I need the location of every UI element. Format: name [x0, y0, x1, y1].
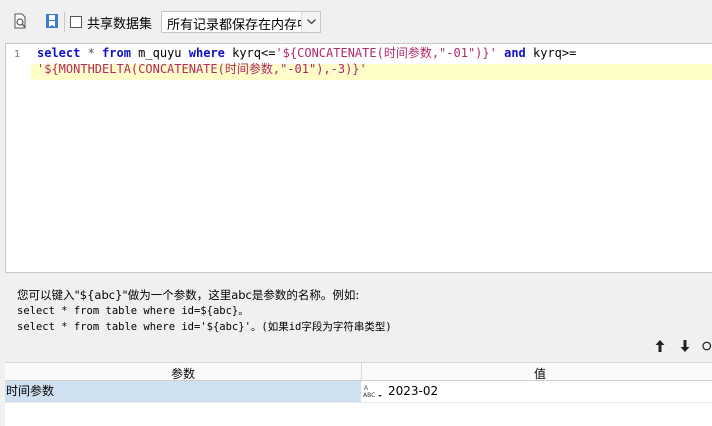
string-type-icon[interactable]: Ａ ABC — [362, 383, 384, 400]
param-name-cell[interactable]: 时间参数 — [5, 381, 361, 402]
cache-mode-value: 所有记录都保存在内存中 — [167, 18, 311, 33]
share-label: 共享数据集 — [87, 16, 153, 32]
sql-keyword: from — [102, 46, 131, 60]
save-button[interactable] — [43, 12, 61, 30]
bookmark-icon — [46, 14, 58, 28]
cache-mode-select[interactable]: 所有记录都保存在内存中 — [161, 11, 321, 33]
parameter-help: 您可以键入"${abc}"做为一个参数，这里abc是参数的名称。例如: sele… — [17, 287, 392, 335]
help-example-2: select * from table where id='${abc}'。(如… — [17, 321, 392, 333]
table-header: 参数 值 — [5, 362, 712, 382]
svg-text:Ａ: Ａ — [363, 385, 369, 392]
sql-editor[interactable]: 1 select * from m_quyu where kyrq<='${CO… — [5, 43, 712, 273]
line-gutter: 1 — [6, 44, 30, 272]
sql-string: '${MONTHDELTA(CONCATENATE(时间参数,"-01"),-3… — [37, 62, 367, 76]
preview-button[interactable] — [11, 12, 29, 30]
parameters-table: 参数 值 时间参数 Ａ ABC 2023-02 — [5, 362, 712, 426]
search-document-icon — [14, 13, 26, 29]
sql-text: kyrq>= — [525, 46, 577, 60]
param-value-cell[interactable]: 2023-02 — [388, 381, 438, 402]
svg-text:ABC: ABC — [363, 392, 375, 399]
refresh-icon — [702, 341, 712, 351]
toolbar-separator — [64, 12, 65, 32]
table-row[interactable]: 时间参数 Ａ ABC 2023-02 — [5, 381, 712, 402]
move-up-button[interactable] — [652, 338, 668, 354]
share-checkbox[interactable] — [70, 16, 82, 28]
refresh-button[interactable] — [700, 338, 712, 354]
help-example-1: select * from table where id=${abc}。 — [17, 305, 249, 317]
sql-keyword: where — [188, 46, 225, 60]
column-header-value[interactable]: 值 — [534, 365, 546, 382]
sql-code[interactable]: select * from m_quyu where kyrq<='${CONC… — [37, 45, 708, 77]
row-divider — [5, 402, 712, 403]
help-intro: 您可以键入"${abc}"做为一个参数，这里abc是参数的名称。例如: — [17, 288, 360, 302]
sql-text: m_quyu — [130, 46, 189, 60]
arrow-down-icon — [680, 340, 690, 352]
column-divider[interactable] — [361, 363, 362, 382]
share-dataset-toggle[interactable]: 共享数据集 — [70, 13, 153, 32]
column-header-name[interactable]: 参数 — [171, 365, 195, 382]
sql-keyword: and — [504, 46, 526, 60]
chevron-down-icon[interactable] — [301, 12, 320, 32]
move-down-button[interactable] — [677, 338, 693, 354]
sql-string: '${CONCATENATE(时间参数,"-01")}' — [275, 46, 497, 60]
toolbar: 共享数据集 所有记录都保存在内存中 — [0, 0, 712, 44]
arrow-up-icon — [655, 340, 665, 352]
line-number: 1 — [14, 49, 21, 60]
sql-keyword: select — [37, 46, 81, 60]
sql-text: kyrq<= — [224, 46, 276, 60]
sql-text: * — [80, 46, 103, 60]
